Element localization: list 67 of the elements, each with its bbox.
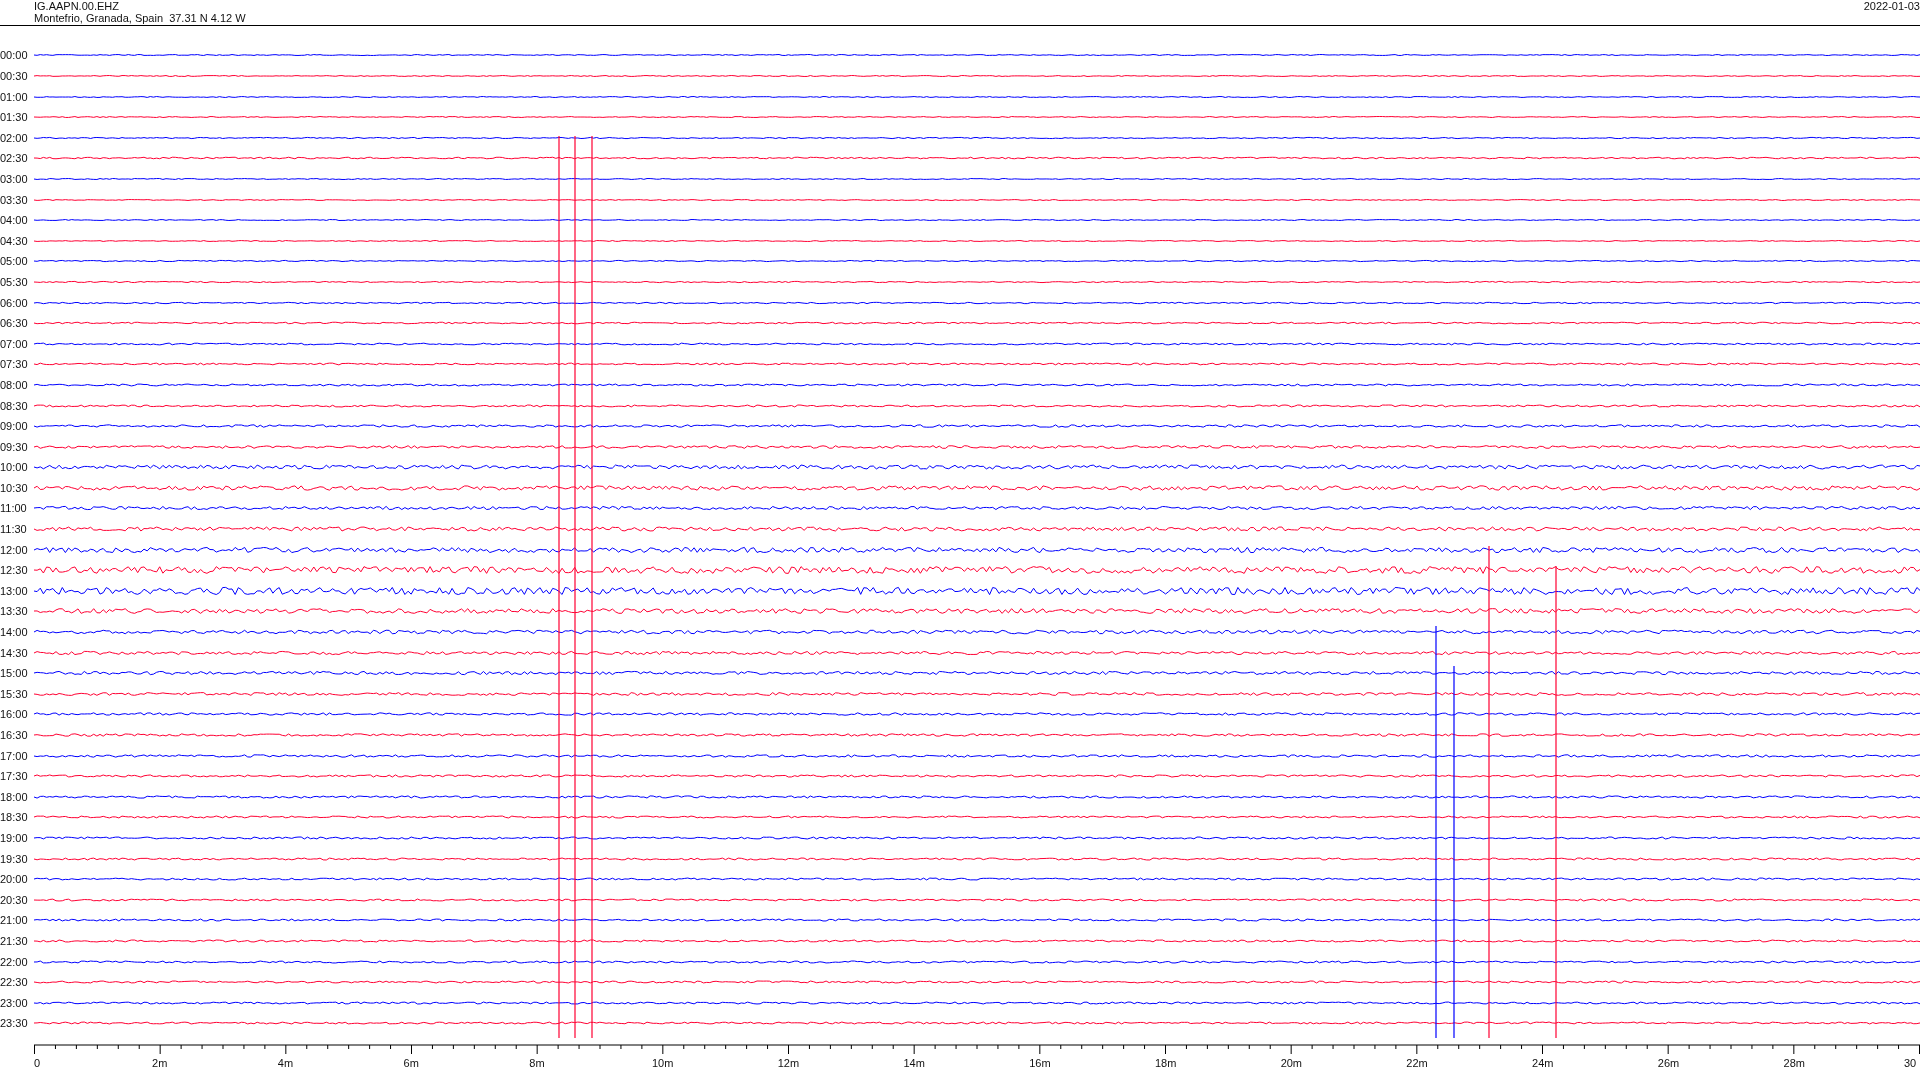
time-label: 18:00	[0, 790, 29, 803]
time-label: 02:00	[0, 131, 29, 144]
time-label: 12:30	[0, 564, 29, 577]
time-label: 10:30	[0, 481, 29, 494]
axis-tick-label: 0	[33, 1056, 41, 1069]
time-label: 20:00	[0, 873, 29, 886]
date-label: 2022-01-03	[1863, 0, 1920, 14]
time-label: 19:00	[0, 832, 29, 844]
time-label: 09:00	[0, 420, 29, 433]
time-label: 18:30	[0, 811, 29, 824]
time-label: 07:00	[0, 337, 29, 350]
time-label: 15:00	[0, 667, 29, 680]
time-label: 01:00	[0, 90, 29, 103]
axis-tick-label: 14m	[903, 1056, 925, 1069]
axis-tick-label: 22m	[1406, 1056, 1428, 1069]
time-label: 06:30	[0, 317, 29, 330]
time-label: 02:30	[0, 152, 29, 165]
time-label: 17:30	[0, 770, 29, 783]
time-label: 05:00	[0, 255, 29, 268]
time-label: 16:00	[0, 708, 29, 721]
time-label: 00:00	[0, 49, 29, 62]
time-label: 17:00	[0, 749, 29, 762]
time-label: 04:30	[0, 234, 29, 247]
axis-tick-label: 18m	[1154, 1056, 1177, 1069]
time-label: 03:30	[0, 193, 29, 206]
axis-tick-label: 24m	[1532, 1056, 1554, 1069]
axis-tick-label: 28m	[1783, 1056, 1805, 1069]
axis-tick-label: 6m	[403, 1056, 419, 1069]
time-label: 19:30	[0, 852, 29, 865]
time-label: 05:30	[0, 275, 29, 288]
axis-tick-label: 10m	[651, 1056, 674, 1069]
time-label: 22:30	[0, 976, 29, 989]
time-label: 20:30	[0, 893, 29, 906]
time-label: 21:00	[0, 914, 29, 927]
time-label: 22:00	[0, 955, 29, 968]
time-label: 01:30	[0, 111, 29, 124]
time-label: 13:00	[0, 584, 29, 597]
time-label: 16:30	[0, 729, 29, 741]
time-label: 09:30	[0, 440, 29, 453]
axis-tick-label: 12m	[777, 1056, 800, 1069]
axis-tick-label: 30	[1903, 1056, 1917, 1069]
time-label: 11:30	[0, 523, 28, 536]
time-label: 08:30	[0, 399, 29, 412]
time-label: 04:00	[0, 214, 29, 227]
time-label: 11:00	[0, 502, 28, 515]
time-label: 13:30	[0, 605, 29, 618]
time-label: 03:00	[0, 173, 29, 185]
time-label: 12:00	[0, 543, 29, 556]
time-label: 10:00	[0, 461, 29, 474]
time-label: 14:30	[0, 646, 29, 659]
axis-tick-label: 16m	[1029, 1056, 1051, 1069]
axis-tick-label: 8m	[529, 1056, 545, 1069]
time-label: 23:30	[0, 1017, 29, 1030]
time-label: 14:00	[0, 626, 29, 639]
station-location: Montefrio, Granada, Spain 37.31 N 4.12 W	[34, 12, 246, 24]
time-label: 06:00	[0, 296, 29, 309]
time-label: 23:00	[0, 996, 29, 1009]
axis-tick-label: 2m	[152, 1056, 168, 1069]
time-label: 00:30	[0, 70, 29, 82]
time-label: 08:00	[0, 378, 29, 391]
axis-tick-label: 20m	[1280, 1056, 1303, 1069]
axis-tick-label: 26m	[1657, 1056, 1680, 1069]
time-label: 15:30	[0, 687, 29, 700]
axis-tick-label: 4m	[277, 1056, 294, 1069]
station-code: IG.AAPN.00.EHZ	[34, 0, 120, 12]
time-label: 21:30	[0, 934, 29, 947]
time-label: 07:30	[0, 358, 29, 371]
